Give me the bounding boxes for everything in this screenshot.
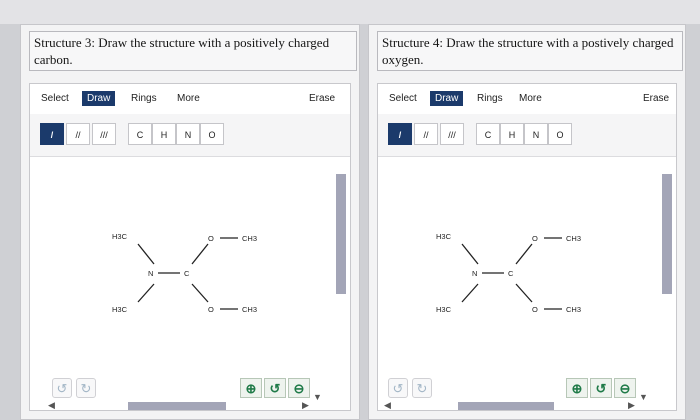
atom-c-tool[interactable]: C — [476, 123, 500, 145]
single-bond-tool[interactable]: / — [388, 123, 412, 145]
atom-label: C — [184, 269, 190, 278]
undo-icon[interactable]: ↺ — [388, 378, 408, 398]
horizontal-scrollbar[interactable] — [458, 402, 554, 410]
atom-label: H3C — [436, 305, 452, 314]
atom-n-tool[interactable]: N — [524, 123, 548, 145]
redo-icon[interactable]: ↻ — [76, 378, 96, 398]
tab-select[interactable]: Select — [36, 91, 74, 106]
chevron-down-icon[interactable]: ▼ — [313, 392, 322, 402]
zoom-reset-icon[interactable]: ↺ — [264, 378, 286, 398]
tab-erase[interactable]: Erase — [304, 91, 340, 106]
tab-draw[interactable]: Draw — [430, 91, 464, 106]
bond-line — [461, 283, 479, 303]
zoom-in-icon[interactable]: ⊕ — [240, 378, 262, 398]
scroll-right-icon[interactable]: ▶ — [628, 400, 635, 411]
browser-top-area — [0, 0, 700, 24]
tab-erase[interactable]: Erase — [638, 91, 674, 106]
drawing-tools: / // /// C H N O — [30, 114, 350, 157]
atom-h-tool[interactable]: H — [500, 123, 524, 145]
atom-label: H3C — [112, 305, 128, 314]
atom-label: H3C — [112, 232, 128, 241]
molecule-editor: Select Draw Rings More Erase / // /// C … — [29, 83, 351, 411]
atom-o-tool[interactable]: O — [200, 123, 224, 145]
tab-more[interactable]: More — [172, 91, 205, 106]
molecule-drawing: H3C H3C N C O O CH3 CH3 — [436, 232, 581, 314]
atom-n-tool[interactable]: N — [176, 123, 200, 145]
tab-select[interactable]: Select — [384, 91, 422, 106]
atom-label: CH3 — [566, 305, 581, 314]
atom-label: O — [208, 234, 214, 243]
bond-line — [191, 283, 209, 303]
atom-label: H3C — [436, 232, 452, 241]
scroll-right-icon[interactable]: ▶ — [302, 400, 309, 411]
editor-toolbar-tabs: Select Draw Rings More Erase — [378, 84, 676, 115]
bond-line — [515, 243, 533, 265]
editor-footer: ↺ ↻ ⊕ ↺ ⊖ ▼ ◀ ▶ — [30, 372, 350, 410]
drawing-canvas[interactable]: H3C H3C N C O O CH3 CH3 — [30, 156, 350, 372]
vertical-scrollbar[interactable] — [662, 174, 672, 294]
double-bond-tool[interactable]: // — [66, 123, 90, 145]
tab-rings[interactable]: Rings — [472, 91, 508, 106]
bond-line — [461, 243, 479, 265]
triple-bond-tool[interactable]: /// — [440, 123, 464, 145]
structure-3-panel: Structure 3: Draw the structure with a p… — [20, 24, 360, 420]
atom-label: N — [148, 269, 153, 278]
drawing-tools: / // /// C H N O — [378, 114, 676, 157]
atom-o-tool[interactable]: O — [548, 123, 572, 145]
drawing-canvas[interactable]: H3C H3C N C O O CH3 CH3 — [378, 156, 676, 372]
atom-h-tool[interactable]: H — [152, 123, 176, 145]
scroll-left-icon[interactable]: ◀ — [384, 400, 391, 411]
double-bond-tool[interactable]: // — [414, 123, 438, 145]
atom-c-tool[interactable]: C — [128, 123, 152, 145]
undo-icon[interactable]: ↺ — [52, 378, 72, 398]
single-bond-tool[interactable]: / — [40, 123, 64, 145]
atom-label: CH3 — [242, 234, 257, 243]
triple-bond-tool[interactable]: /// — [92, 123, 116, 145]
redo-icon[interactable]: ↻ — [412, 378, 432, 398]
zoom-reset-icon[interactable]: ↺ — [590, 378, 612, 398]
atom-label: O — [208, 305, 214, 314]
tab-draw[interactable]: Draw — [82, 91, 116, 106]
atom-label: CH3 — [566, 234, 581, 243]
editor-toolbar-tabs: Select Draw Rings More Erase — [30, 84, 350, 115]
zoom-out-icon[interactable]: ⊖ — [614, 378, 636, 398]
bond-line — [137, 283, 155, 303]
atom-label: N — [472, 269, 477, 278]
atom-label: C — [508, 269, 514, 278]
molecule-editor: Select Draw Rings More Erase / // /// C … — [377, 83, 677, 411]
tab-rings[interactable]: Rings — [126, 91, 162, 106]
bond-line — [137, 243, 155, 265]
horizontal-scrollbar[interactable] — [128, 402, 226, 410]
bond-line — [191, 243, 209, 265]
zoom-in-icon[interactable]: ⊕ — [566, 378, 588, 398]
instruction-text: Structure 4: Draw the structure with a p… — [377, 31, 683, 71]
instruction-text: Structure 3: Draw the structure with a p… — [29, 31, 357, 71]
atom-label: O — [532, 234, 538, 243]
zoom-out-icon[interactable]: ⊖ — [288, 378, 310, 398]
tab-more[interactable]: More — [514, 91, 547, 106]
atom-label: CH3 — [242, 305, 257, 314]
bond-line — [515, 283, 533, 303]
molecule-drawing: H3C H3C N C O O CH3 CH3 — [112, 232, 257, 314]
structure-4-panel: Structure 4: Draw the structure with a p… — [368, 24, 686, 420]
atom-label: O — [532, 305, 538, 314]
chevron-down-icon[interactable]: ▼ — [639, 392, 648, 402]
scroll-left-icon[interactable]: ◀ — [48, 400, 55, 411]
editor-footer: ↺ ↻ ⊕ ↺ ⊖ ▼ ◀ ▶ — [378, 372, 676, 410]
vertical-scrollbar[interactable] — [336, 174, 346, 294]
